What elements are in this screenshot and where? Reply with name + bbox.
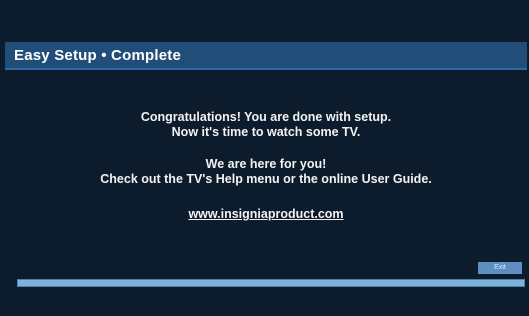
message-line: Check out the TV's Help menu or the onli… <box>100 172 432 186</box>
help-paragraph: We are here for you! Check out the TV's … <box>5 157 527 187</box>
message-line: Congratulations! You are done with setup… <box>140 110 392 124</box>
setup-progress-bar <box>17 279 525 287</box>
page-title: Easy Setup • Complete <box>14 46 181 64</box>
tv-screen: Easy Setup • Complete Congratulations! Y… <box>0 0 529 316</box>
exit-button[interactable]: Exit <box>478 262 522 274</box>
congratulations-paragraph: Congratulations! You are done with setup… <box>5 110 527 140</box>
title-bar: Easy Setup • Complete <box>5 42 527 70</box>
message-line: We are here for you! <box>205 157 327 171</box>
message-line: Now it's time to watch some TV. <box>171 125 361 139</box>
support-url-link[interactable]: www.insigniaproduct.com <box>5 207 527 221</box>
progress-bar-fill <box>18 280 524 286</box>
